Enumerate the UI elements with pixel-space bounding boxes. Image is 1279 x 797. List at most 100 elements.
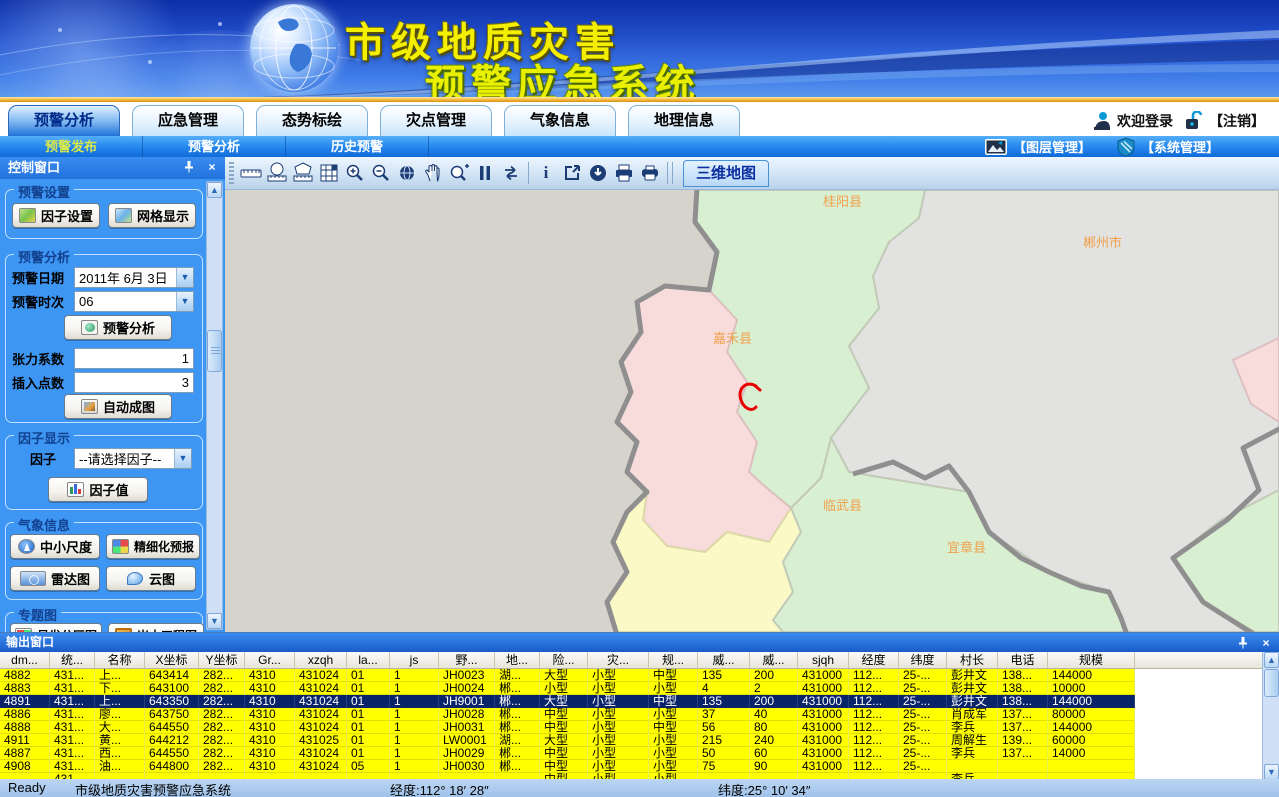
chevron-down-icon[interactable]: ▼ (174, 449, 191, 468)
column-header-18[interactable]: 纬度 (899, 652, 947, 669)
points-label: 插入点数 (12, 373, 74, 392)
factor-dropdown[interactable]: --请选择因子-- ▼ (74, 448, 192, 469)
print-preview-icon[interactable] (637, 160, 663, 186)
main-tab-5[interactable]: 地理信息 (628, 105, 740, 136)
map-3d-button[interactable]: 三维地图 (683, 160, 769, 187)
measure-polygon-icon[interactable] (290, 160, 316, 186)
pause-icon[interactable] (472, 160, 498, 186)
zoom-in-icon[interactable] (342, 160, 368, 186)
column-header-13[interactable]: 规... (649, 652, 698, 669)
close-icon[interactable]: × (205, 160, 219, 174)
subnav-item-2[interactable]: 历史预警 (286, 136, 429, 157)
map-area: i 三维地图 (225, 157, 1279, 632)
zoom-window-icon[interactable] (446, 160, 472, 186)
chevron-down-icon[interactable]: ▼ (176, 268, 193, 287)
chevron-down-icon[interactable]: ▼ (176, 292, 193, 311)
points-input[interactable] (74, 372, 194, 393)
scroll-down-arrow[interactable]: ▼ (207, 613, 222, 629)
column-header-21[interactable]: 规模 (1048, 652, 1135, 669)
table-row[interactable]: 4886431...廖...643750282...4310431024011J… (0, 708, 1135, 721)
main-tab-2[interactable]: 态势标绘 (256, 105, 368, 136)
column-header-6[interactable]: xzqh (295, 652, 347, 669)
table-cell: 小型 (588, 734, 649, 747)
layer-manager-button[interactable]: 【图层管理】 (985, 137, 1091, 156)
grid-icon[interactable] (316, 160, 342, 186)
main-tab-4[interactable]: 气象信息 (504, 105, 616, 136)
pan-hand-icon[interactable] (420, 160, 446, 186)
factor-value-button[interactable]: 因子值 (48, 477, 148, 502)
column-header-12[interactable]: 灾... (588, 652, 649, 669)
toolbar-grip[interactable] (229, 162, 234, 184)
column-header-17[interactable]: 经度 (849, 652, 899, 669)
table-row[interactable]: 4888431...大...644550282...4310431024011J… (0, 721, 1135, 734)
column-header-7[interactable]: la... (347, 652, 390, 669)
warn-analyze-button[interactable]: 预警分析 (64, 315, 172, 340)
column-header-0[interactable]: dm... (0, 652, 50, 669)
zoom-out-icon[interactable] (368, 160, 394, 186)
table-row[interactable]: 4908431...油...644800282...4310431024051J… (0, 760, 1135, 773)
measure-distance-icon[interactable] (238, 160, 264, 186)
column-header-19[interactable]: 村长 (947, 652, 998, 669)
subnav-item-0[interactable]: 预警发布 (0, 136, 143, 157)
scroll-up-arrow[interactable]: ▲ (1264, 652, 1279, 668)
column-header-10[interactable]: 地... (495, 652, 540, 669)
close-icon[interactable]: × (1259, 636, 1273, 650)
tension-input[interactable] (74, 348, 194, 369)
column-header-11[interactable]: 险... (540, 652, 588, 669)
column-header-16[interactable]: sjqh (798, 652, 849, 669)
info-icon[interactable]: i (533, 160, 559, 186)
scroll-up-arrow[interactable]: ▲ (207, 182, 222, 198)
column-header-2[interactable]: 名称 (95, 652, 145, 669)
table-row[interactable]: 4887431...西...644550282...4310431024011J… (0, 747, 1135, 760)
radar-chart-button[interactable]: 雷达图 (10, 566, 100, 591)
column-header-20[interactable]: 电话 (998, 652, 1048, 669)
system-manager-button[interactable]: 【系统管理】 (1117, 137, 1219, 157)
output-scrollbar[interactable]: ▲ ▼ (1262, 652, 1279, 780)
factor-settings-button[interactable]: 因子设置 (12, 203, 100, 228)
panel-scroll-thumb[interactable] (207, 330, 222, 372)
full-extent-globe-icon[interactable] (394, 160, 420, 186)
measure-circle-icon[interactable] (264, 160, 290, 186)
table-cell: 彭井文 (947, 669, 998, 682)
table-row[interactable]: 4891431...上...643350282...4310431024011J… (0, 695, 1135, 708)
cloud-image-button[interactable]: 云图 (106, 566, 196, 591)
scroll-down-arrow[interactable]: ▼ (1264, 764, 1279, 780)
table-row[interactable]: 4883431...下...643100282...4310431024011J… (0, 682, 1135, 695)
print-icon[interactable] (611, 160, 637, 186)
download-icon[interactable] (585, 160, 611, 186)
column-header-3[interactable]: X坐标 (145, 652, 199, 669)
output-scroll-thumb[interactable] (1264, 669, 1279, 697)
mid-small-scale-button[interactable]: 中小尺度 (10, 534, 100, 559)
column-header-9[interactable]: 野... (439, 652, 495, 669)
pin-icon[interactable] (1237, 636, 1251, 650)
table-row[interactable]: 4882431...上...643414282...4310431024011J… (0, 669, 1135, 682)
warn-date-dropdown[interactable]: 2011年 6月 3日 ▼ (74, 267, 194, 288)
table-cell: 1 (390, 734, 439, 747)
main-tab-1[interactable]: 应急管理 (132, 105, 244, 136)
main-tab-0[interactable]: 预警分析 (8, 105, 120, 136)
table-cell: 周解生 (947, 734, 998, 747)
export-icon[interactable] (559, 160, 585, 186)
factor-settings-icon (19, 208, 36, 223)
table-row[interactable]: 4911431...黄...644212282...4310431025011L… (0, 734, 1135, 747)
main-tab-3[interactable]: 灾点管理 (380, 105, 492, 136)
column-header-8[interactable]: js (390, 652, 439, 669)
panel-scrollbar[interactable]: ▲ ▼ (206, 181, 223, 630)
pin-icon[interactable] (183, 160, 197, 174)
fine-forecast-button[interactable]: 精细化预报 (106, 534, 200, 559)
map-canvas[interactable]: 桂阳县 郴州市 嘉禾县 临武县 宜章县 (225, 190, 1279, 632)
swap-arrows-icon[interactable] (498, 160, 524, 186)
column-header-14[interactable]: 威... (698, 652, 750, 669)
column-header-5[interactable]: Gr... (245, 652, 295, 669)
grid-display-button[interactable]: 网格显示 (108, 203, 196, 228)
table-cell: 郴... (495, 721, 540, 734)
table-cell: 小型 (588, 682, 649, 695)
autoplot-button[interactable]: 自动成图 (64, 394, 172, 419)
welcome-login[interactable]: 欢迎登录 (1091, 111, 1173, 131)
column-header-4[interactable]: Y坐标 (199, 652, 245, 669)
warn-time-dropdown[interactable]: 06 ▼ (74, 291, 194, 312)
logout-button[interactable]: 【注销】 (1183, 111, 1265, 131)
subnav-item-1[interactable]: 预警分析 (143, 136, 286, 157)
column-header-1[interactable]: 统... (50, 652, 95, 669)
column-header-15[interactable]: 威... (750, 652, 798, 669)
